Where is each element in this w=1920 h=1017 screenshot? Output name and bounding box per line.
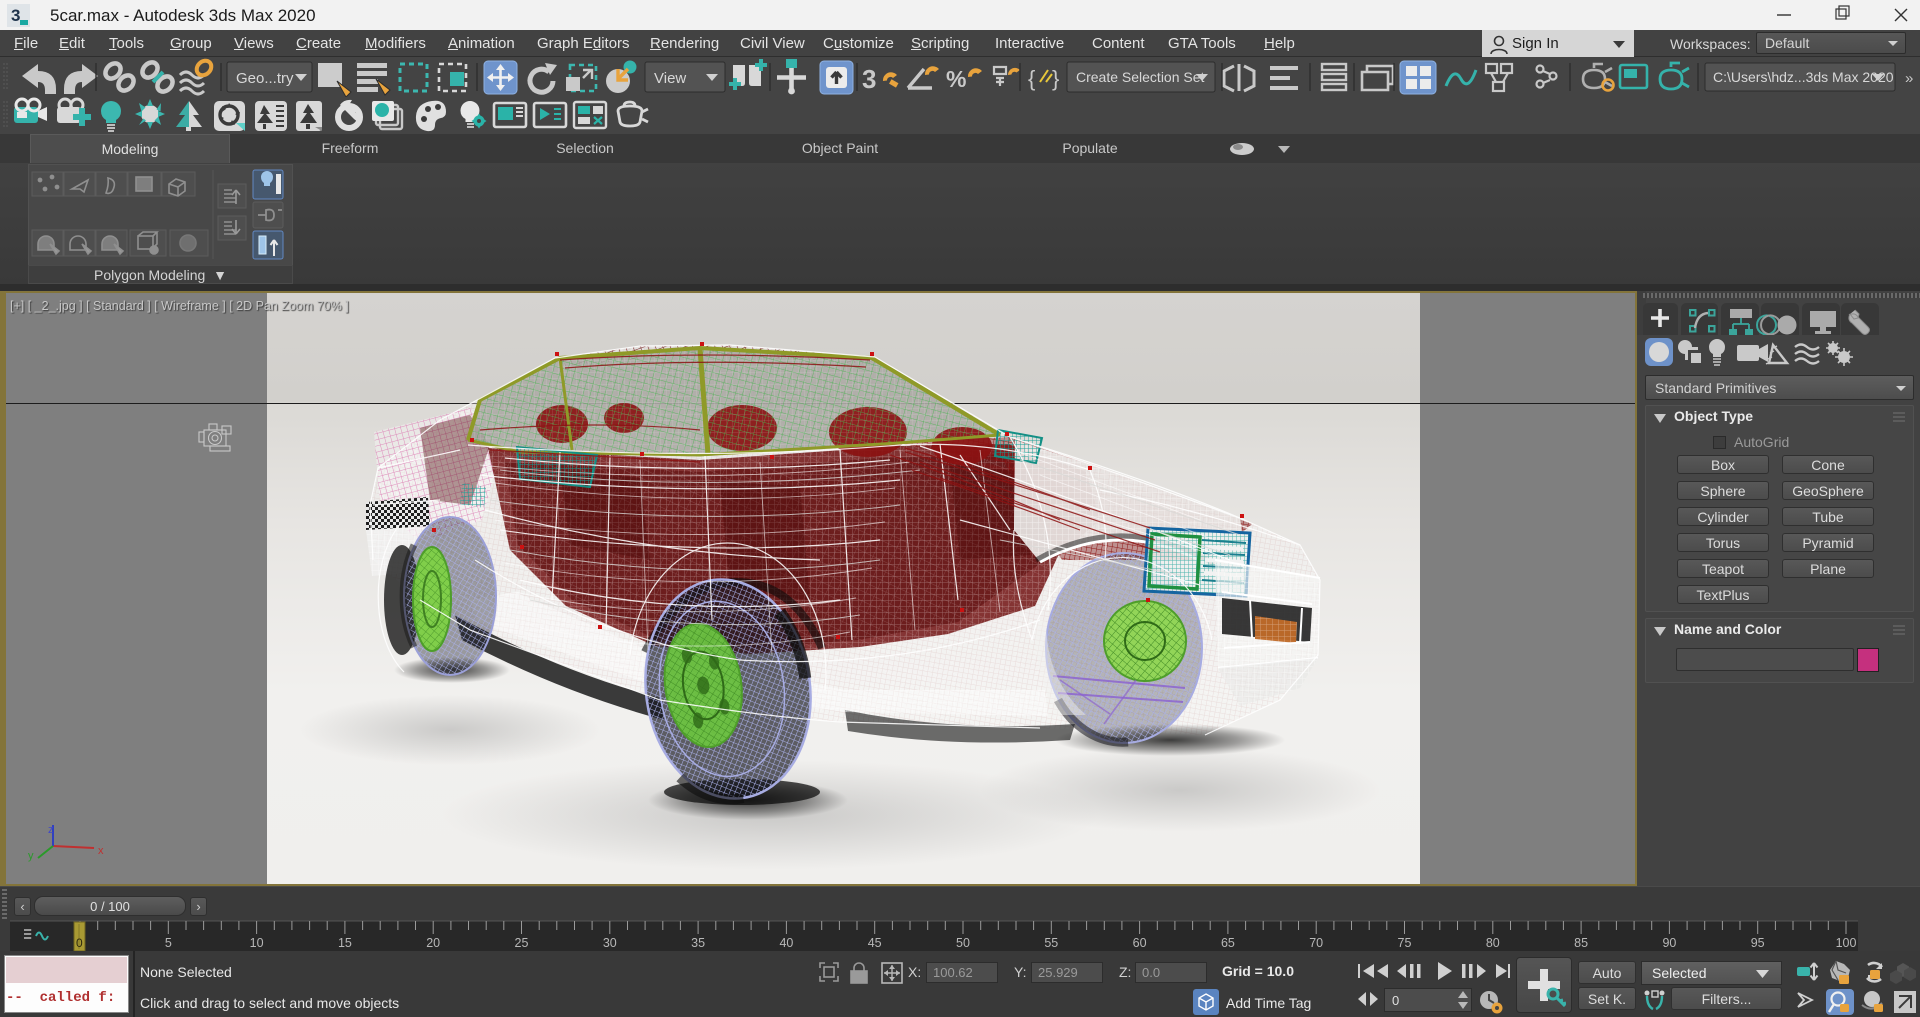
svg-text:45: 45 [868,936,882,950]
svg-text:40: 40 [779,936,793,950]
svg-text:0: 0 [76,936,83,950]
svg-text:100: 100 [1836,936,1857,950]
svg-text:View: View [654,70,686,87]
svg-text:%: % [946,66,966,92]
svg-text:3: 3 [862,64,876,94]
svg-text:z: z [48,824,54,836]
svg-text:30: 30 [603,936,617,950]
svg-text:90: 90 [1662,936,1676,950]
svg-text:85: 85 [1574,936,1588,950]
svg-text:C:\Users\hdz...3ds Max 2020: C:\Users\hdz...3ds Max 2020 [1713,69,1894,85]
svg-text:Geo...try: Geo...try [236,70,294,87]
svg-text:65: 65 [1221,936,1235,950]
svg-text:}: } [1052,66,1059,91]
svg-text:Create Selection Set: Create Selection Set [1076,69,1205,85]
svg-text:60: 60 [1133,936,1147,950]
svg-text:3: 3 [11,6,20,25]
svg-text:35: 35 [691,936,705,950]
svg-text:10: 10 [250,936,264,950]
svg-text:80: 80 [1486,936,1500,950]
svg-text:»: » [1905,70,1913,87]
svg-text:5: 5 [165,936,172,950]
svg-text:95: 95 [1751,936,1765,950]
svg-text:15: 15 [338,936,352,950]
svg-text:55: 55 [1044,936,1058,950]
svg-text:y: y [28,850,34,862]
svg-text:20: 20 [426,936,440,950]
svg-text:75: 75 [1398,936,1412,950]
svg-text:{: { [1028,66,1035,91]
svg-text:x: x [98,845,104,857]
svg-text:50: 50 [956,936,970,950]
svg-text:25: 25 [515,936,529,950]
svg-text:70: 70 [1309,936,1323,950]
